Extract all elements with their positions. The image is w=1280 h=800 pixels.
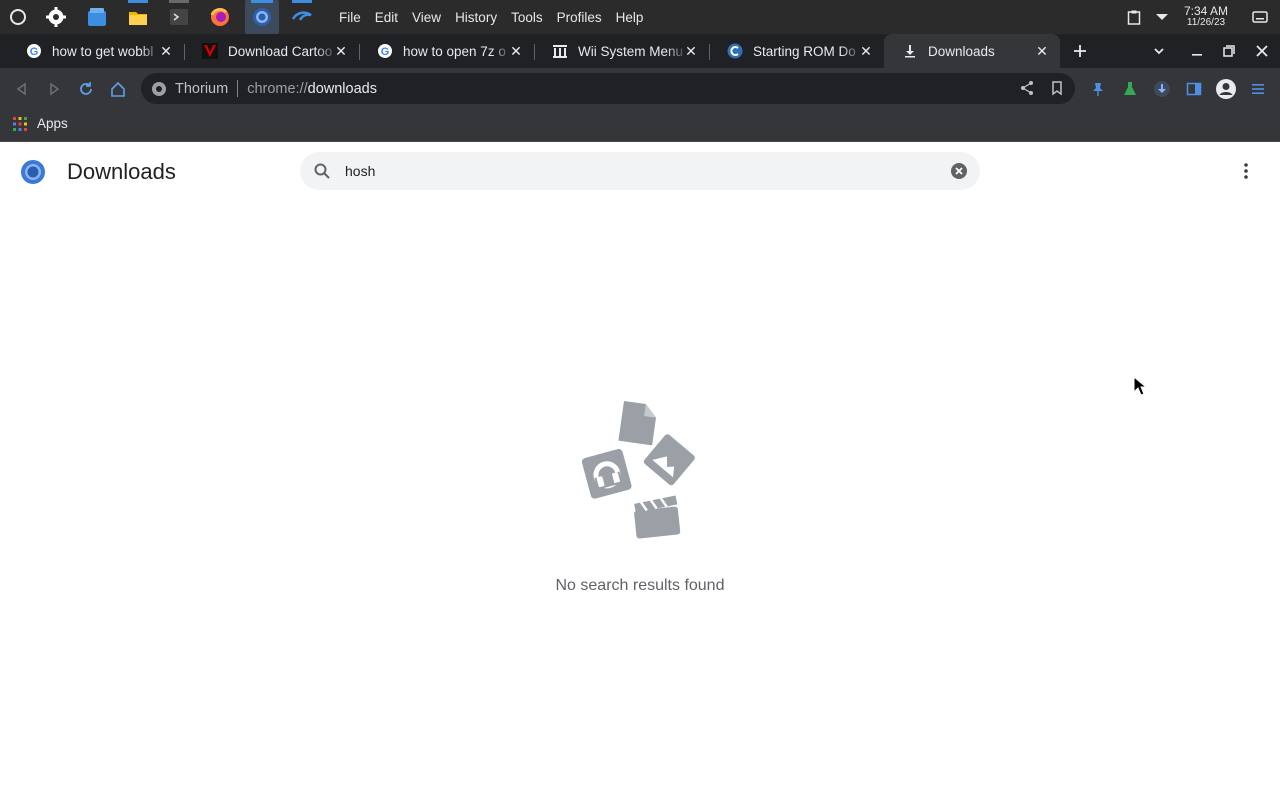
tab-close-icon[interactable]: ✕ [858,43,874,59]
search-icon[interactable] [313,162,331,180]
tab-how-to-open-7z[interactable]: G how to open 7z o ✕ [359,34,534,68]
file-manager-icon[interactable] [125,0,151,30]
tab-close-icon[interactable]: ✕ [508,43,524,59]
dolphin-emulator-icon[interactable] [289,0,315,30]
tab-strip: G how to get wobbl ✕ Download Cartoo ✕ G… [0,34,1280,68]
menu-profiles[interactable]: Profiles [557,10,602,25]
tab-starting-rom-download[interactable]: Starting ROM Do ✕ [709,34,884,68]
vimm-icon [202,43,218,59]
tab-close-icon[interactable]: ✕ [1034,43,1050,59]
archive-icon [552,43,568,59]
browser-toolbar: Thorium chrome://downloads [0,68,1280,109]
clock-time: 7:34 AM [1183,4,1228,18]
page-title: Downloads [67,159,176,184]
tab-close-icon[interactable]: ✕ [158,43,174,59]
google-icon: G [26,43,42,59]
menu-edit[interactable]: Edit [375,10,398,25]
show-desktop-icon[interactable] [1252,9,1268,25]
menu-tools[interactable]: Tools [511,10,543,25]
menu-view[interactable]: View [412,10,441,25]
c-icon [727,43,743,59]
tab-title: how to open 7z o [403,43,506,59]
side-panel-icon[interactable] [1184,79,1204,99]
url-text[interactable]: chrome://downloads [247,81,377,97]
firefox-icon[interactable] [207,4,233,30]
tab-close-icon[interactable]: ✕ [333,43,349,59]
back-arrow-icon[interactable] [12,79,32,99]
search-input[interactable] [345,159,925,183]
music-file-icon [581,449,632,499]
more-options-icon[interactable] [1236,161,1256,181]
tab-wii-system-menu[interactable]: Wii System Menu ✕ [534,34,709,68]
home-icon[interactable] [108,79,128,99]
reload-icon[interactable] [76,79,96,99]
menu-file[interactable]: File [339,10,361,25]
tab-search-chevron-down-icon[interactable] [1150,42,1168,60]
video-file-icon [634,495,681,539]
terminal-icon[interactable] [166,0,192,30]
labs-flask-icon[interactable] [1120,79,1140,99]
thorium-taskbar-icon[interactable] [245,0,279,34]
thorium-logo-icon [21,160,45,184]
tab-downloads[interactable]: Downloads ✕ [884,34,1060,68]
new-tab-plus-icon[interactable] [1071,42,1089,60]
address-bar[interactable]: Thorium chrome://downloads [141,73,1075,104]
launcher-icon[interactable] [5,4,31,30]
menu-hamburger-icon[interactable] [1248,79,1268,99]
tab-title: Wii System Menu [578,43,684,59]
google-icon: G [377,43,393,59]
system-taskbar: File Edit View History Tools Profiles He… [0,0,1280,34]
restore-window-icon[interactable] [1220,42,1238,60]
tab-close-icon[interactable]: ✕ [683,43,699,59]
tab-title: Downloads [928,43,995,59]
thorium-site-icon[interactable] [151,81,167,97]
no-results-illustration [581,401,695,539]
share-icon[interactable] [1019,80,1035,96]
download-toolbar-icon[interactable] [1152,79,1172,99]
bookmark-apps[interactable]: Apps [13,116,68,131]
bookmark-apps-label: Apps [37,116,68,131]
tab-how-to-get-wobbly[interactable]: G how to get wobbl ✕ [8,34,184,68]
bookmarks-bar: Apps [0,109,1280,142]
tab-title: Download Cartoo [228,43,333,59]
forward-arrow-icon[interactable] [44,79,64,99]
downloads-search-bar [300,152,980,190]
discover-store-icon[interactable] [84,4,110,30]
site-chip-label: Thorium [175,80,229,97]
close-window-icon[interactable] [1253,42,1271,60]
menu-help[interactable]: Help [616,10,644,25]
apps-grid-icon [13,116,27,131]
tray-expand-arrow-icon[interactable] [1154,9,1170,25]
minimize-icon[interactable] [1188,42,1206,60]
profile-avatar-icon[interactable] [1214,77,1238,101]
clipboard-icon[interactable] [1126,9,1142,25]
mouse-cursor-icon [1133,376,1147,396]
svg-text:G: G [381,46,390,58]
system-clock[interactable]: 7:34 AM 11/26/23 [1183,4,1228,28]
clock-date: 11/26/23 [1186,17,1226,28]
clear-search-icon[interactable] [950,162,968,180]
document-icon [618,401,656,446]
menu-history[interactable]: History [455,10,497,25]
svg-text:G: G [30,46,39,58]
extension-pin-icon[interactable] [1088,79,1108,99]
bookmark-star-icon[interactable] [1049,80,1065,96]
no-results-message: No search results found [555,577,725,594]
tab-title: Starting ROM Do [753,43,856,59]
tab-download-cartoon[interactable]: Download Cartoo ✕ [184,34,359,68]
tab-title: how to get wobbl [52,43,154,59]
app-menu-bar: File Edit View History Tools Profiles He… [339,0,657,34]
downloads-page: Downloads hosh No search results found [0,143,1280,800]
download-icon [902,43,918,59]
settings-gear-icon[interactable] [43,4,69,30]
